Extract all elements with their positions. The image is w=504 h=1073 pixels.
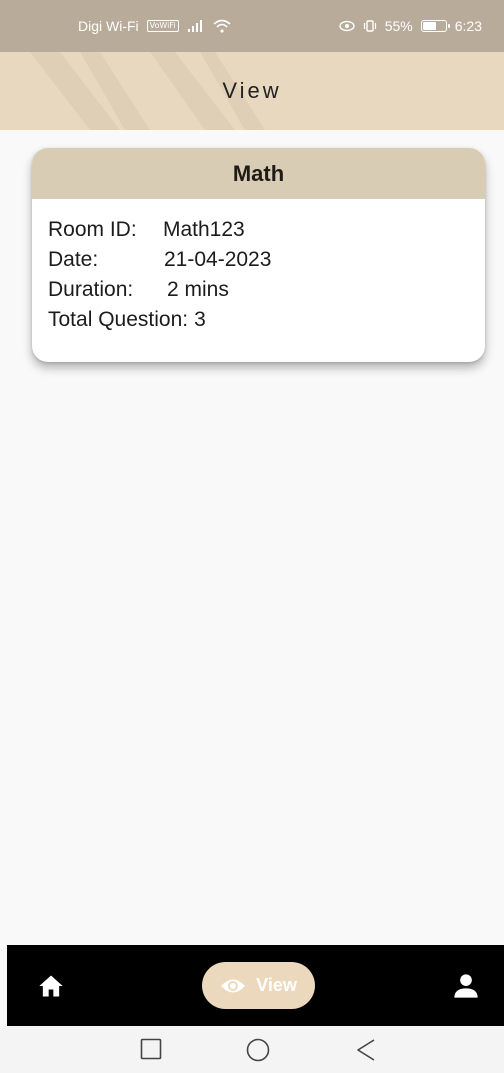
vowifi-badge: VoWiFi (146, 20, 179, 32)
home-circle-icon[interactable] (246, 1038, 270, 1062)
date-row: Date: 21-04-2023 (48, 245, 485, 275)
room-card[interactable]: Math Room ID: Math123 Date: 21-04-2023 D… (32, 148, 485, 362)
vibrate-icon (363, 20, 376, 32)
status-time: 6:23 (454, 18, 482, 34)
total-question-label: Total Question: (48, 308, 189, 331)
nav-view-label: View (256, 975, 297, 995)
screen: Digi Wi-Fi VoWiFi 55% 6:23 View Math Roo… (0, 0, 504, 1073)
room-id-value: Math123 (163, 218, 245, 241)
date-value: 21-04-2023 (164, 248, 272, 271)
total-question-value: 3 (194, 308, 206, 331)
bottom-nav: View (7, 945, 504, 1026)
duration-row: Duration: 2 mins (48, 275, 485, 305)
eye-icon (221, 979, 246, 992)
total-question-row: Total Question: 3 (48, 305, 485, 335)
status-right: 55% 6:23 (339, 18, 482, 34)
status-bar: Digi Wi-Fi VoWiFi 55% 6:23 (0, 0, 504, 52)
app-bar: View (0, 52, 504, 130)
page-title: View (222, 78, 282, 103)
duration-value: 2 mins (167, 278, 229, 301)
battery-icon (420, 20, 450, 32)
back-triangle-icon[interactable] (355, 1038, 377, 1062)
system-nav-bar (0, 1026, 504, 1073)
room-card-title: Math (32, 148, 485, 199)
carrier-label: Digi Wi-Fi (78, 18, 139, 34)
wifi-icon (213, 19, 231, 33)
battery-percent: 55% (384, 18, 413, 34)
duration-label: Duration: (48, 278, 134, 301)
home-icon (39, 975, 63, 997)
nav-view-button[interactable]: View (202, 962, 315, 1009)
date-label: Date: (48, 248, 99, 271)
nav-home-button[interactable] (37, 972, 65, 1000)
eye-comfort-icon (339, 20, 355, 32)
person-icon (454, 974, 478, 998)
signal-icon (187, 20, 202, 32)
room-id-row: Room ID: Math123 (48, 215, 485, 245)
recents-square-icon[interactable] (140, 1038, 162, 1060)
room-id-label: Room ID: (48, 218, 137, 241)
nav-profile-button[interactable] (452, 972, 480, 1000)
status-left: Digi Wi-Fi VoWiFi (78, 18, 231, 34)
room-card-body: Room ID: Math123 Date: 21-04-2023 Durati… (32, 199, 485, 335)
